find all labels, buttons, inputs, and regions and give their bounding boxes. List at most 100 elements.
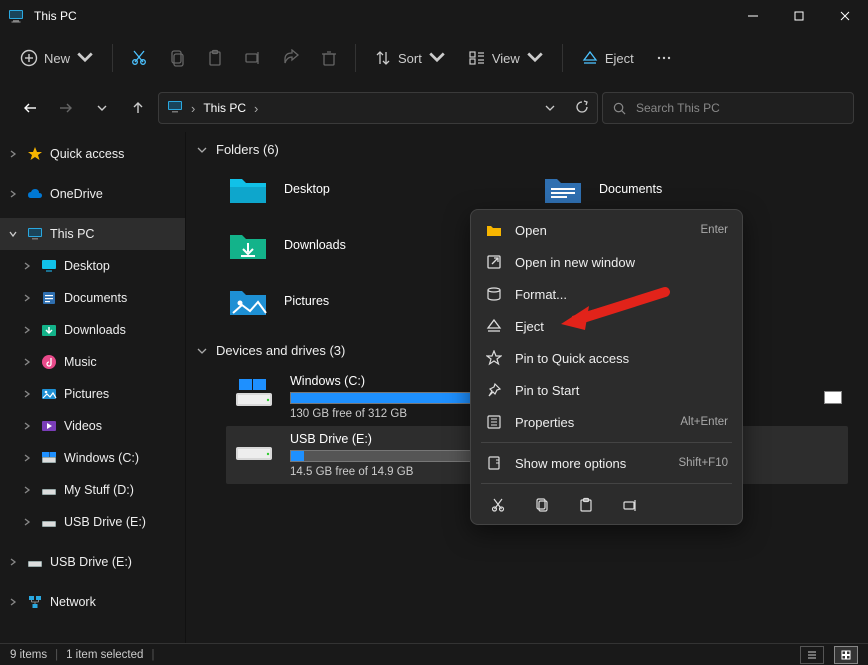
separator — [562, 44, 563, 72]
sort-label: Sort — [398, 51, 422, 66]
sidebar-item-usb-drive[interactable]: USB Drive (E:) — [0, 506, 185, 538]
sidebar-label: Windows (C:) — [64, 451, 139, 465]
sidebar-item-downloads[interactable]: Downloads — [0, 314, 185, 346]
delete-button[interactable] — [311, 40, 347, 76]
status-selected: 1 item selected — [66, 649, 143, 661]
format-icon — [485, 286, 503, 302]
properties-icon — [485, 414, 503, 430]
ctx-properties[interactable]: Properties Alt+Enter — [475, 406, 738, 438]
separator — [481, 442, 732, 443]
sidebar-label: Downloads — [64, 323, 126, 337]
documents-icon — [541, 171, 585, 207]
address-bar[interactable]: › This PC › — [158, 92, 598, 124]
sidebar-item-desktop[interactable]: Desktop — [0, 250, 185, 282]
ctx-pin-start[interactable]: Pin to Start — [475, 374, 738, 406]
ctx-pin-quick-access[interactable]: Pin to Quick access — [475, 342, 738, 374]
minimize-button[interactable] — [730, 0, 776, 32]
usb-icon — [26, 554, 44, 570]
folder-documents[interactable]: Documents — [541, 167, 848, 211]
rename-icon[interactable] — [619, 494, 641, 516]
sidebar-label: Documents — [64, 291, 127, 305]
more-icon — [485, 455, 503, 471]
sidebar-label: Network — [50, 595, 96, 609]
videos-icon — [40, 418, 58, 434]
downloads-icon — [40, 322, 58, 338]
eject-label: Eject — [605, 51, 634, 66]
sidebar-item-documents[interactable]: Documents — [0, 282, 185, 314]
view-button[interactable]: View — [458, 40, 554, 76]
sidebar-label: Quick access — [50, 147, 124, 161]
sidebar-label: Desktop — [64, 259, 110, 273]
sidebar-item-network[interactable]: Network — [0, 586, 185, 618]
address-dropdown[interactable] — [545, 101, 555, 116]
address-chevron: › — [191, 101, 195, 116]
new-label: New — [44, 51, 70, 66]
music-icon — [40, 354, 58, 370]
address-chevron[interactable]: › — [254, 101, 258, 116]
group-header-folders[interactable]: Folders (6) — [186, 132, 868, 163]
chevron-down-icon — [428, 49, 446, 67]
ctx-show-more-options[interactable]: Show more options Shift+F10 — [475, 447, 738, 479]
breadcrumb-this-pc[interactable]: This PC — [203, 101, 246, 115]
chevron-down-icon — [76, 49, 94, 67]
paste-button[interactable] — [197, 40, 233, 76]
close-button[interactable] — [822, 0, 868, 32]
ctx-eject[interactable]: Eject — [475, 310, 738, 342]
refresh-button[interactable] — [575, 100, 589, 117]
copy-icon[interactable] — [531, 494, 553, 516]
toolbar: New Sort View Eject — [0, 32, 868, 84]
ctx-label: Eject — [515, 319, 544, 334]
cut-icon[interactable] — [487, 494, 509, 516]
search-input[interactable]: Search This PC — [602, 92, 854, 124]
this-pc-icon — [8, 8, 24, 24]
new-button[interactable]: New — [10, 40, 104, 76]
sidebar-item-windows-c[interactable]: Windows (C:) — [0, 442, 185, 474]
folder-desktop[interactable]: Desktop — [226, 167, 533, 211]
sidebar-label: My Stuff (D:) — [64, 483, 134, 497]
forward-button[interactable] — [50, 92, 82, 124]
maximize-button[interactable] — [776, 0, 822, 32]
cut-button[interactable] — [121, 40, 157, 76]
pin-icon — [485, 382, 503, 398]
sidebar-item-usb-drive-2[interactable]: USB Drive (E:) — [0, 546, 185, 578]
share-button[interactable] — [273, 40, 309, 76]
back-button[interactable] — [14, 92, 46, 124]
drive-tick — [824, 391, 842, 404]
more-button[interactable] — [646, 40, 682, 76]
network-icon — [26, 594, 44, 610]
ctx-format[interactable]: Format... — [475, 278, 738, 310]
separator — [112, 44, 113, 72]
up-button[interactable] — [122, 92, 154, 124]
folder-label: Pictures — [284, 294, 329, 308]
sidebar-item-onedrive[interactable]: OneDrive — [0, 178, 185, 210]
titlebar: This PC — [0, 0, 868, 32]
desktop-icon — [40, 258, 58, 274]
rename-button[interactable] — [235, 40, 271, 76]
sidebar-item-videos[interactable]: Videos — [0, 410, 185, 442]
status-item-count: 9 items — [10, 649, 47, 661]
sidebar: Quick access OneDrive This PC Desktop — [0, 132, 186, 643]
paste-icon[interactable] — [575, 494, 597, 516]
sidebar-item-pictures[interactable]: Pictures — [0, 378, 185, 410]
view-details-button[interactable] — [800, 646, 824, 664]
drive-icon — [40, 482, 58, 498]
ctx-open[interactable]: Open Enter — [475, 214, 738, 246]
usb-icon — [40, 514, 58, 530]
window-title: This PC — [34, 9, 730, 23]
drive-icon — [232, 374, 276, 412]
sidebar-item-this-pc[interactable]: This PC — [0, 218, 185, 250]
copy-button[interactable] — [159, 40, 195, 76]
eject-button[interactable]: Eject — [571, 40, 644, 76]
view-tiles-button[interactable] — [834, 646, 858, 664]
this-pc-icon — [167, 99, 183, 118]
sidebar-item-my-stuff[interactable]: My Stuff (D:) — [0, 474, 185, 506]
sidebar-item-music[interactable]: Music — [0, 346, 185, 378]
search-placeholder: Search This PC — [636, 101, 720, 115]
sort-button[interactable]: Sort — [364, 40, 456, 76]
chevron-down-icon — [526, 49, 544, 67]
sidebar-item-quick-access[interactable]: Quick access — [0, 138, 185, 170]
ctx-open-new-window[interactable]: Open in new window — [475, 246, 738, 278]
star-icon — [485, 350, 503, 366]
desktop-icon — [226, 171, 270, 207]
recent-locations-button[interactable] — [86, 92, 118, 124]
